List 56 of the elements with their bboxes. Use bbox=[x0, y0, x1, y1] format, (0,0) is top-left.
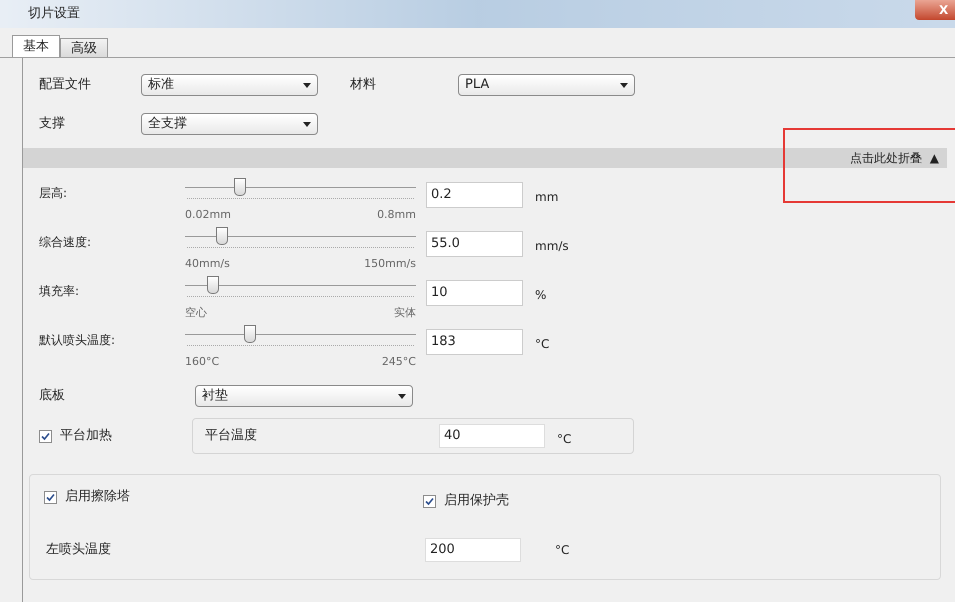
material-dropdown[interactable]: PLA bbox=[458, 74, 635, 96]
slider-max-label: 实体 bbox=[394, 305, 416, 321]
caret-icon bbox=[303, 82, 311, 88]
profile-dropdown[interactable]: 标准 bbox=[141, 74, 318, 96]
slider-thumb[interactable] bbox=[234, 178, 246, 196]
checkbox[interactable] bbox=[39, 430, 52, 442]
window-title: 切片设置 bbox=[28, 5, 80, 24]
checkbox[interactable] bbox=[44, 490, 57, 504]
unit-label: °C bbox=[557, 431, 572, 448]
slider-min-label: 160°C bbox=[185, 354, 220, 370]
slider-max-label: 0.8mm bbox=[377, 207, 416, 223]
caret-icon bbox=[398, 394, 406, 398]
value-field[interactable]: 200 bbox=[425, 538, 521, 562]
checkbox[interactable] bbox=[423, 494, 436, 508]
base-dropdown[interactable]: 衬垫 bbox=[195, 385, 413, 407]
unit-label: °C bbox=[535, 336, 550, 353]
slider-track[interactable] bbox=[185, 276, 416, 296]
slider-track[interactable] bbox=[185, 227, 416, 247]
field-label: 平台温度 bbox=[205, 427, 258, 446]
unit-label: % bbox=[535, 287, 546, 304]
tab[interactable]: 高级 bbox=[60, 38, 108, 57]
field-label: 支撑 bbox=[39, 115, 66, 134]
slider-min-label: 0.02mm bbox=[185, 207, 231, 223]
slider-track[interactable] bbox=[185, 178, 416, 198]
checkbox-label: 启用擦除塔 bbox=[65, 488, 131, 506]
value-field[interactable]: 10 bbox=[426, 280, 523, 306]
caret-icon bbox=[303, 122, 311, 126]
support-dropdown[interactable]: 全支撑 bbox=[141, 113, 318, 135]
checkbox-label: 平台加热 bbox=[60, 427, 113, 446]
slider-thumb[interactable] bbox=[216, 227, 228, 245]
field-label: 底板 bbox=[39, 387, 66, 406]
value-field[interactable]: 183 bbox=[426, 329, 523, 355]
value-field[interactable]: 40 bbox=[439, 424, 545, 448]
slider-label: 默认喷头温度: bbox=[38, 332, 116, 349]
unit-label: mm/s bbox=[535, 238, 569, 255]
value-field[interactable]: 0.2 bbox=[426, 182, 523, 208]
slider-label: 层高: bbox=[38, 185, 68, 202]
caret-icon bbox=[620, 82, 628, 88]
collapse-bar[interactable]: 点击此处折叠 ▲ bbox=[23, 148, 947, 168]
field-label: 左喷头温度 bbox=[46, 541, 112, 560]
unit-label: mm bbox=[535, 189, 558, 206]
field-label: 材料 bbox=[350, 76, 377, 94]
slider-label: 填充率: bbox=[38, 283, 80, 300]
field-label: 配置文件 bbox=[39, 76, 92, 94]
slider-label: 综合速度: bbox=[38, 234, 92, 251]
slider-thumb[interactable] bbox=[206, 276, 219, 294]
value-field[interactable]: 55.0 bbox=[426, 231, 523, 257]
slider-min-label: 40mm/s bbox=[185, 256, 230, 272]
tab[interactable]: 基本 bbox=[12, 35, 60, 57]
checkbox-label: 启用保护壳 bbox=[444, 492, 509, 510]
unit-label: °C bbox=[555, 542, 570, 559]
slider-track[interactable] bbox=[185, 325, 416, 345]
slider-max-label: 245°C bbox=[382, 354, 416, 370]
slider-min-label: 空心 bbox=[185, 305, 207, 321]
slider-thumb[interactable] bbox=[244, 325, 256, 343]
slider-max-label: 150mm/s bbox=[364, 256, 416, 272]
